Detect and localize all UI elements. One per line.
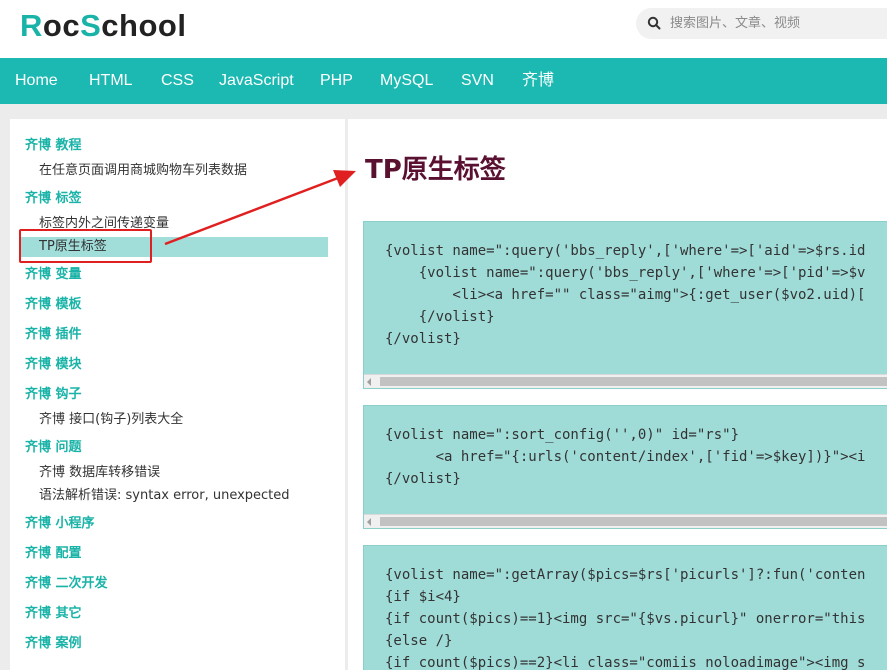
sidebar-category-secondary-dev[interactable]: 齐博 二次开发 — [10, 574, 345, 594]
nav-css[interactable]: CSS — [161, 58, 194, 104]
nav-qibo[interactable]: 齐博 — [522, 58, 554, 104]
sidebar-category-miniprogram[interactable]: 齐博 小程序 — [10, 514, 345, 534]
sidebar-category-variables[interactable]: 齐博 变量 — [10, 265, 345, 285]
sidebar-category-tags[interactable]: 齐博 标签 — [10, 189, 345, 209]
main-content: TP原生标签 {volist name=":query('bbs_reply',… — [348, 119, 887, 670]
nav-svn[interactable]: SVN — [461, 58, 494, 104]
scrollbar-thumb[interactable] — [380, 517, 887, 526]
scroll-left-icon[interactable] — [367, 378, 371, 386]
search-box — [636, 8, 887, 39]
sidebar-item-syntax-error[interactable]: 语法解析错误: syntax error, unexpected — [10, 486, 345, 506]
sidebar-category-tutorial[interactable]: 齐博 教程 — [10, 136, 345, 156]
sidebar-category-other[interactable]: 齐博 其它 — [10, 604, 345, 624]
header: RocSchool — [0, 0, 887, 58]
nav-home[interactable]: Home — [15, 58, 58, 104]
sidebar-category-config[interactable]: 齐博 配置 — [10, 544, 345, 564]
nav-mysql[interactable]: MySQL — [380, 58, 433, 104]
horizontal-scrollbar[interactable] — [364, 374, 887, 388]
code-block: {volist name=":getArray($pics=$rs['picur… — [363, 545, 887, 670]
scroll-left-icon[interactable] — [367, 518, 371, 526]
main-nav: Home HTML CSS JavaScript PHP MySQL SVN 齐… — [0, 58, 887, 104]
nav-php[interactable]: PHP — [320, 58, 353, 104]
page-title: TP原生标签 — [365, 155, 506, 185]
sidebar-category-modules[interactable]: 齐博 模块 — [10, 355, 345, 375]
sidebar: 齐博 教程 在任意页面调用商城购物车列表数据 齐博 标签 标签内外之间传递变量 … — [10, 119, 345, 670]
sidebar-category-plugins[interactable]: 齐博 插件 — [10, 325, 345, 345]
sidebar-category-templates[interactable]: 齐博 模板 — [10, 295, 345, 315]
search-input[interactable] — [670, 13, 885, 34]
nav-html[interactable]: HTML — [89, 58, 133, 104]
code-block: {volist name=":sort_config('',0)" id="rs… — [363, 405, 887, 529]
sidebar-category-cases[interactable]: 齐博 案例 — [10, 634, 345, 654]
search-icon[interactable] — [647, 16, 661, 30]
sidebar-category-hooks[interactable]: 齐博 钩子 — [10, 385, 345, 405]
scrollbar-thumb[interactable] — [380, 377, 887, 386]
sidebar-category-issues[interactable]: 齐博 问题 — [10, 438, 345, 458]
sidebar-item-cart-list[interactable]: 在任意页面调用商城购物车列表数据 — [10, 161, 345, 181]
sidebar-item-db-migration-error[interactable]: 齐博 数据库转移错误 — [10, 463, 345, 483]
code-text: {volist name=":getArray($pics=$rs['picur… — [385, 567, 866, 670]
code-block: {volist name=":query('bbs_reply',['where… — [363, 221, 887, 389]
code-text: {volist name=":sort_config('',0)" id="rs… — [385, 427, 866, 487]
horizontal-scrollbar[interactable] — [364, 514, 887, 528]
code-text: {volist name=":query('bbs_reply',['where… — [385, 243, 866, 347]
annotation-highlight-box — [19, 229, 152, 263]
nav-javascript[interactable]: JavaScript — [219, 58, 294, 104]
sidebar-item-hook-list[interactable]: 齐博 接口(钩子)列表大全 — [10, 410, 345, 430]
site-logo[interactable]: RocSchool — [20, 8, 186, 44]
